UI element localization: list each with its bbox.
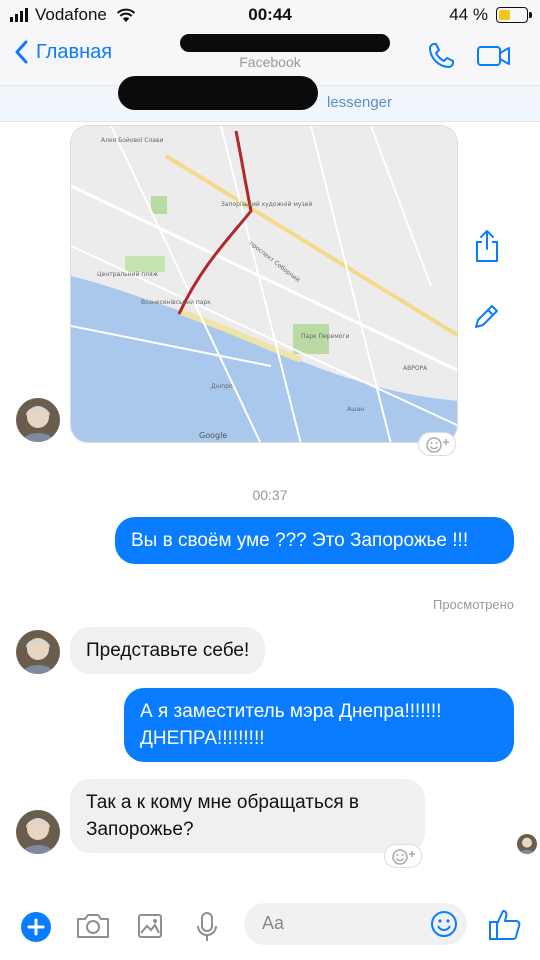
- plus-icon[interactable]: [20, 911, 52, 943]
- message-input-placeholder: Aa: [262, 913, 285, 933]
- map-label-park2: Вознесенівський парк: [141, 299, 211, 306]
- map-label-alley: Алея Бойової Слави: [101, 137, 164, 144]
- avatar-image: [16, 810, 60, 854]
- map-label-google: Google: [199, 431, 227, 440]
- read-receipt-avatar: [517, 834, 537, 854]
- map-label-museum: Запорізький художній музей: [221, 201, 312, 208]
- share-icon[interactable]: [472, 228, 502, 264]
- add-reaction-button[interactable]: [418, 432, 456, 456]
- smiley-plus-icon: [426, 437, 449, 453]
- message-timestamp: 00:37: [252, 487, 288, 503]
- battery-icon: [496, 7, 532, 23]
- avatar[interactable]: [16, 398, 60, 442]
- avatar-image: [517, 834, 537, 854]
- gallery-icon[interactable]: [136, 912, 164, 940]
- message-bubble-incoming[interactable]: Так а к кому мне обращаться в Запорожье?: [70, 779, 425, 853]
- message-bubble-outgoing[interactable]: А я заместитель мэра Днепра!!!!!!! ДНЕПР…: [124, 688, 514, 762]
- battery-fill: [499, 10, 510, 20]
- message-bubble-outgoing[interactable]: Вы в своём уме ??? Это Запорожье !!!: [115, 517, 514, 564]
- add-reaction-button[interactable]: [384, 844, 422, 868]
- status-bar: Vodafone 00:44 44 %: [0, 0, 540, 30]
- map-attachment[interactable]: Алея Бойової Слави Запорізький художній …: [70, 125, 458, 443]
- seen-status: Просмотрено: [432, 597, 514, 612]
- video-call-icon[interactable]: [476, 43, 512, 69]
- avatar-image: [16, 630, 60, 674]
- map-label-dnipro: Дніпро: [211, 383, 233, 390]
- message-text: Вы в своём уме ??? Это Запорожье !!!: [131, 530, 469, 551]
- message-input[interactable]: Aa: [244, 903, 467, 945]
- composer-bar: Aa: [0, 895, 540, 960]
- thumbs-up-icon[interactable]: [488, 907, 522, 943]
- emoji-icon[interactable]: [429, 909, 459, 939]
- map-label-beach: Центральний пляж: [97, 271, 159, 278]
- map-image: Алея Бойової Слави Запорізький художній …: [71, 126, 457, 442]
- phone-icon[interactable]: [426, 41, 456, 71]
- message-text: Представьте себе!: [86, 640, 250, 661]
- avatar-image: [16, 398, 60, 442]
- battery-percent: 44 %: [449, 5, 488, 24]
- microphone-icon[interactable]: [195, 911, 219, 943]
- camera-icon[interactable]: [75, 912, 111, 940]
- conversation-subtitle: Facebook: [239, 54, 301, 70]
- messenger-banner: lessenger: [0, 76, 540, 122]
- redacted-banner-text: [118, 76, 318, 110]
- smiley-plus-icon: [392, 849, 415, 865]
- banner-text: lessenger: [326, 94, 392, 111]
- map-label-aurora: АВРОРА: [403, 365, 428, 372]
- message-bubble-incoming[interactable]: Представьте себе!: [70, 627, 266, 674]
- redacted-contact-name: [180, 34, 390, 52]
- message-text: А я заместитель мэра Днепра!!!!!!! ДНЕПР…: [140, 701, 442, 749]
- avatar[interactable]: [16, 630, 60, 674]
- map-label-park: Парк Перемоги: [301, 333, 350, 340]
- edit-icon[interactable]: [471, 302, 501, 332]
- message-text: Так а к кому мне обращаться в Запорожье?: [86, 792, 360, 840]
- map-label-auchan: Ашан: [347, 406, 364, 413]
- avatar[interactable]: [16, 810, 60, 854]
